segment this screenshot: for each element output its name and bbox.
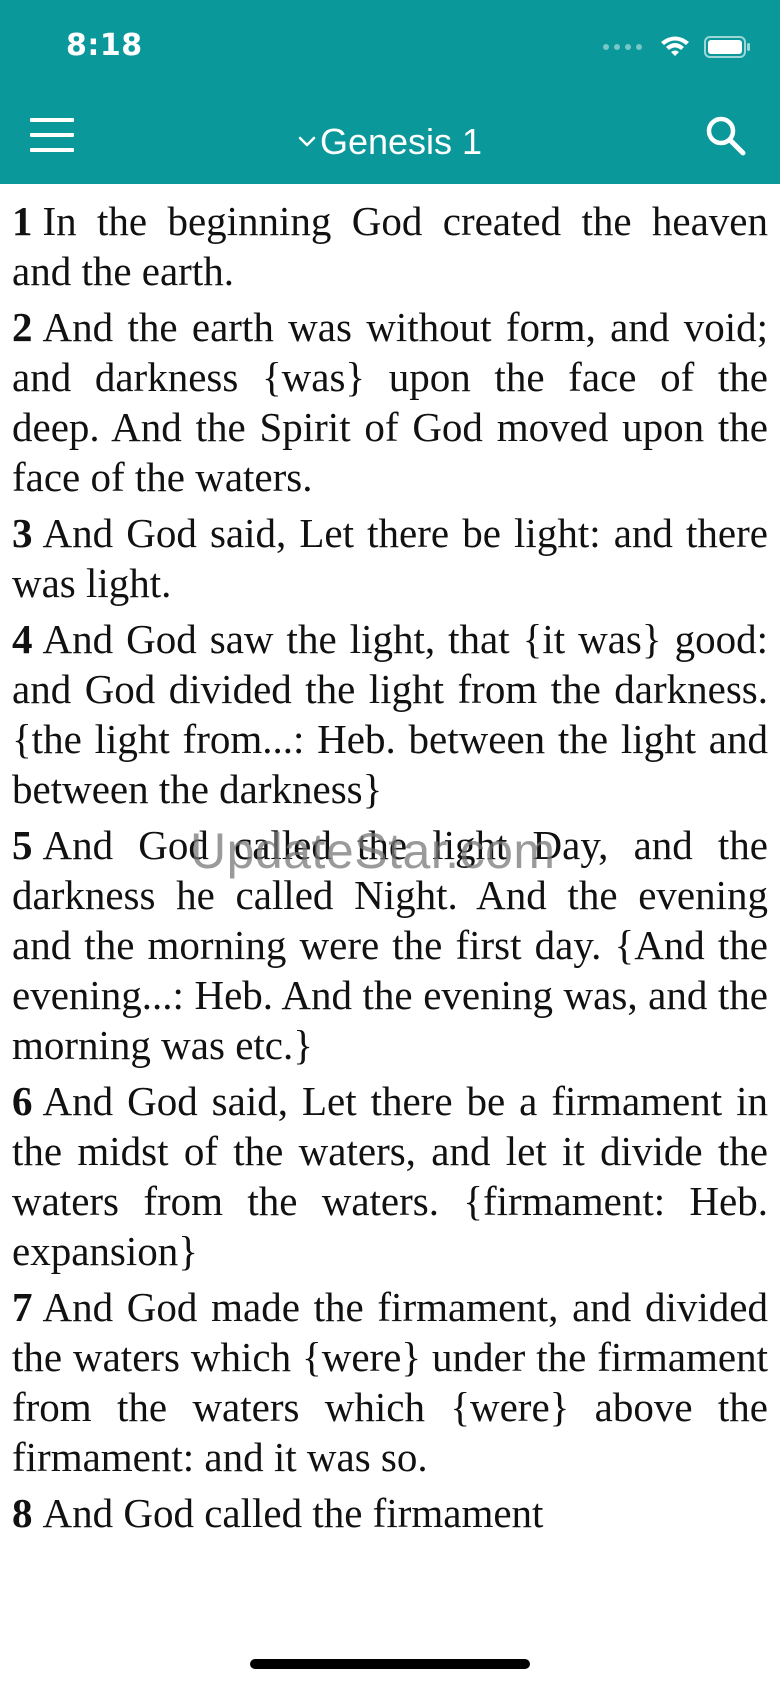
verse-text: And God said, Let there be a firmament i… — [12, 1078, 768, 1274]
verse-text: And God called the firmament — [42, 1490, 544, 1536]
chapter-text[interactable]: 1 In the beginning God created the heaven… — [12, 196, 768, 1544]
wifi-icon — [660, 35, 690, 59]
verse-number: 2 — [12, 304, 33, 350]
search-icon — [706, 116, 746, 156]
verse: 3 And God said, Let there be light: and t… — [12, 508, 768, 608]
verse-number: 1 — [12, 198, 33, 244]
verse: 2 And the earth was without form, and voi… — [12, 302, 768, 502]
verse: 1 In the beginning God created the heaven… — [12, 196, 768, 296]
verse-text: And God said, Let there be light: and th… — [12, 510, 768, 606]
search-button[interactable] — [704, 114, 750, 160]
verse: 6 And God said, Let there be a firmament … — [12, 1076, 768, 1276]
verse-number: 8 — [12, 1490, 33, 1536]
status-time: 8:18 — [66, 28, 143, 63]
verse-text: And God saw the light, that {it was} goo… — [12, 616, 768, 812]
verse-number: 3 — [12, 510, 33, 556]
verse-number: 7 — [12, 1284, 33, 1330]
verse-number: 5 — [12, 822, 33, 868]
verse-text: And God made the firmament, and divided … — [12, 1284, 768, 1480]
verse-text: And the earth was without form, and void… — [12, 304, 768, 500]
verse: 4 And God saw the light, that {it was} go… — [12, 614, 768, 814]
verse: 5 And God called the light Day, and the d… — [12, 820, 768, 1070]
verse-number: 4 — [12, 616, 33, 662]
home-indicator[interactable] — [250, 1659, 530, 1669]
chapter-title: Genesis 1 — [319, 121, 483, 162]
app-header: 8:18 Genesis 1 — [0, 0, 780, 184]
signal-icon — [603, 44, 642, 50]
verse: 7 And God made the firmament, and divided… — [12, 1282, 768, 1482]
battery-icon — [704, 35, 752, 59]
chevron-down-icon — [298, 110, 316, 162]
verse-text: And God called the light Day, and the da… — [12, 822, 768, 1068]
chapter-selector[interactable]: Genesis 1 — [0, 110, 780, 168]
status-icons — [603, 30, 752, 64]
verse-number: 6 — [12, 1078, 33, 1124]
verse: 8 And God called the firmament — [12, 1488, 768, 1538]
verse-text: In the beginning God created the heaven … — [12, 198, 768, 294]
